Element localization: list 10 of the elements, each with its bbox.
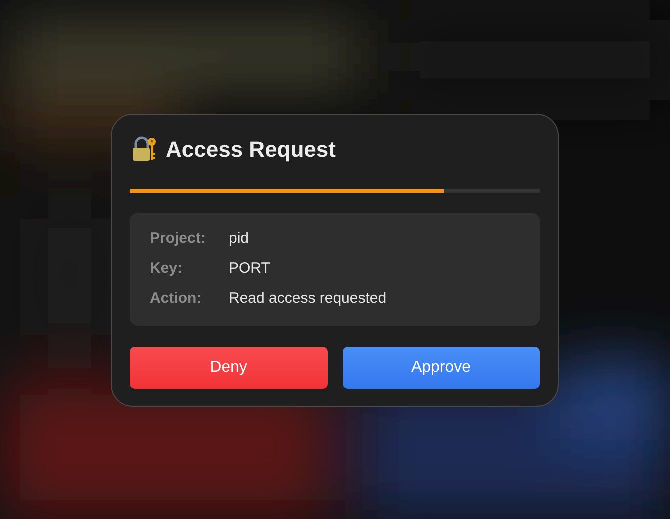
detail-value: PORT xyxy=(229,258,270,279)
detail-label: Action: xyxy=(150,288,203,309)
detail-value: pid xyxy=(229,228,250,249)
approve-button[interactable]: Approve xyxy=(342,346,540,388)
lock-with-key-icon xyxy=(130,136,158,164)
dialog-title: Access Request xyxy=(166,136,336,164)
detail-value: Read access requested xyxy=(229,288,387,309)
detail-label: Project: xyxy=(150,228,207,249)
deny-button[interactable]: Deny xyxy=(130,346,328,388)
detail-label: Key: xyxy=(150,258,184,279)
